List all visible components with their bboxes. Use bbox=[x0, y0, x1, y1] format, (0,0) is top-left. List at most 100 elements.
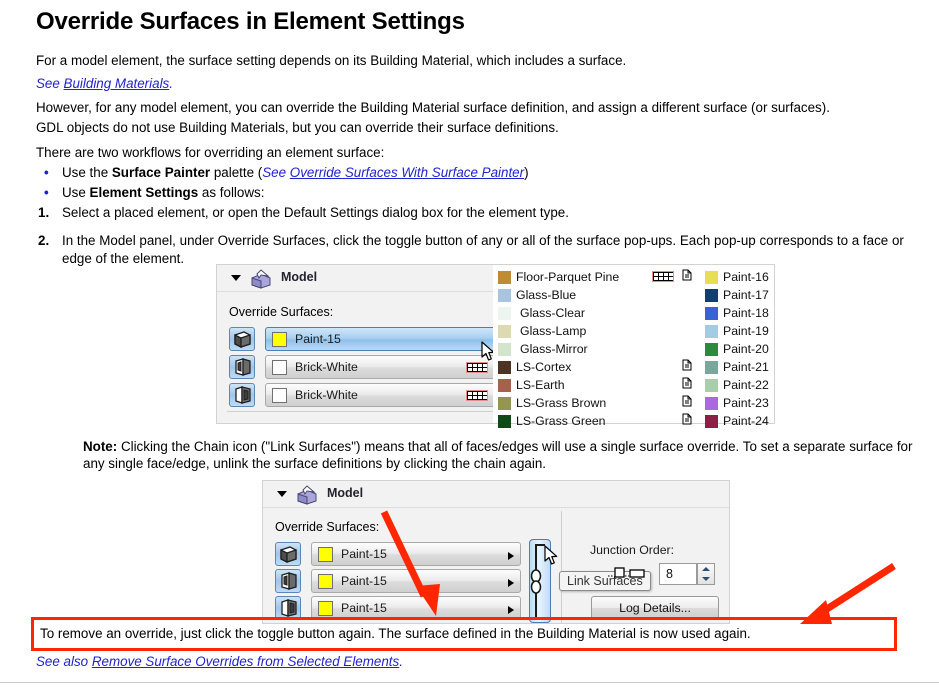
toggle-button-surface-side[interactable] bbox=[275, 569, 301, 593]
surface-name: Paint-18 bbox=[723, 306, 769, 320]
color-swatch bbox=[272, 360, 287, 375]
bullet-1-mid: as follows: bbox=[198, 185, 265, 200]
surface-name: Paint-23 bbox=[723, 396, 769, 410]
color-swatch bbox=[498, 307, 511, 320]
color-swatch bbox=[318, 601, 333, 616]
toggle-button-surface-face[interactable] bbox=[275, 542, 301, 566]
color-swatch bbox=[498, 289, 511, 302]
chevron-right-icon[interactable] bbox=[508, 606, 514, 614]
surface-name: Glass-Blue bbox=[516, 288, 577, 302]
texture-document-icon bbox=[682, 377, 692, 389]
bullet-marker: • bbox=[44, 165, 49, 180]
surface-name: LS-Earth bbox=[516, 378, 565, 392]
color-swatch bbox=[705, 307, 718, 320]
chevron-right-icon[interactable] bbox=[508, 552, 514, 560]
divider bbox=[0, 682, 939, 683]
paragraph-3: GDL objects do not use Building Material… bbox=[36, 120, 559, 135]
surface-edge-icon bbox=[281, 599, 297, 617]
texture-document-icon bbox=[682, 359, 692, 371]
page-title: Override Surfaces in Element Settings bbox=[36, 8, 465, 35]
note-text: Clicking the Chain icon ("Link Surfaces"… bbox=[83, 439, 913, 471]
see-also-line: See also Remove Surface Overrides from S… bbox=[36, 654, 403, 670]
texture-document-icon bbox=[682, 395, 692, 407]
surface-name: LS-Grass Green bbox=[516, 414, 606, 428]
stepper-up-icon[interactable] bbox=[702, 567, 710, 571]
divider bbox=[561, 511, 562, 623]
divider bbox=[227, 411, 527, 412]
color-swatch bbox=[498, 361, 511, 374]
junction-order-label: Junction Order: bbox=[590, 543, 675, 557]
step-1-text: Select a placed element, or open the Def… bbox=[62, 205, 569, 220]
color-swatch bbox=[498, 325, 511, 338]
chevron-down-icon[interactable] bbox=[277, 491, 287, 497]
toggle-button-surface-side[interactable] bbox=[229, 355, 255, 379]
color-swatch bbox=[705, 397, 718, 410]
step-1-number: 1. bbox=[38, 205, 50, 220]
link-building-materials[interactable]: Building Materials bbox=[64, 76, 170, 91]
step-2-text: In the Model panel, under Override Surfa… bbox=[62, 233, 904, 266]
color-swatch bbox=[705, 415, 718, 428]
note-block: Note: Clicking the Chain icon ("Link Sur… bbox=[83, 438, 923, 472]
see-building-materials: See Building Materials. bbox=[36, 76, 173, 92]
color-swatch bbox=[498, 415, 511, 428]
toggle-button-surface-edge[interactable] bbox=[229, 383, 255, 407]
color-swatch bbox=[318, 547, 333, 562]
surface-name: Brick-White bbox=[295, 360, 358, 374]
model-panel-header[interactable]: Model bbox=[263, 481, 729, 508]
numbered-steps: 1. Select a placed element, or open the … bbox=[36, 204, 931, 268]
surface-face-icon bbox=[234, 331, 251, 349]
surface-side-icon bbox=[281, 572, 297, 590]
chevron-down-icon[interactable] bbox=[231, 275, 241, 281]
color-swatch bbox=[498, 379, 511, 392]
junction-order-stepper[interactable] bbox=[697, 563, 715, 585]
surface-name: Glass-Lamp bbox=[520, 324, 587, 338]
surface-popup-list[interactable]: Floor-Parquet Pine Glass-Blue Glass-Clea… bbox=[493, 265, 774, 428]
callout-text: To remove an override, just click the to… bbox=[40, 626, 751, 641]
color-swatch bbox=[272, 388, 287, 403]
surface-name: Paint-16 bbox=[723, 270, 769, 284]
model-cube-icon bbox=[295, 485, 319, 505]
color-swatch bbox=[498, 343, 511, 356]
color-swatch bbox=[498, 397, 511, 410]
bullet-1-bold: Element Settings bbox=[89, 185, 199, 200]
stepper-down-icon[interactable] bbox=[702, 577, 710, 581]
junction-order-icon bbox=[608, 565, 652, 584]
list-item: 2. In the Model panel, under Override Su… bbox=[36, 232, 931, 268]
list-item: 1. Select a placed element, or open the … bbox=[36, 204, 931, 222]
surface-name: Paint-22 bbox=[723, 378, 769, 392]
bullet-1-pre: Use bbox=[62, 185, 90, 200]
see-prefix: See bbox=[36, 76, 64, 91]
surface-name: Glass-Clear bbox=[520, 306, 585, 320]
surface-name: Paint-21 bbox=[723, 360, 769, 374]
texture-document-icon bbox=[682, 269, 692, 281]
see-also-suffix: . bbox=[399, 654, 403, 669]
surface-name: LS-Grass Brown bbox=[516, 396, 607, 410]
bullet-marker: • bbox=[44, 185, 49, 200]
model-panel-title: Model bbox=[327, 486, 364, 500]
junction-order-value[interactable]: 8 bbox=[659, 563, 697, 585]
see-suffix: . bbox=[169, 76, 173, 91]
surface-name: Glass-Mirror bbox=[520, 342, 588, 356]
surface-name: Paint-24 bbox=[723, 414, 769, 428]
chevron-right-icon[interactable] bbox=[508, 579, 514, 587]
bullet-0-bold: Surface Painter bbox=[111, 165, 211, 180]
hatch-pattern-icon bbox=[466, 390, 488, 401]
model-cube-icon bbox=[249, 269, 273, 289]
surface-name: Paint-17 bbox=[723, 288, 769, 302]
surface-edge-icon bbox=[235, 386, 251, 404]
link-remove-surface-overrides[interactable]: Remove Surface Overrides from Selected E… bbox=[92, 654, 399, 669]
paragraph-2: However, for any model element, you can … bbox=[36, 100, 830, 115]
list-item: • Use the Surface Painter palette (See O… bbox=[36, 163, 529, 183]
surface-face-icon bbox=[280, 546, 297, 564]
surface-name: Floor-Parquet Pine bbox=[516, 270, 620, 284]
bullet-0-post: ) bbox=[524, 165, 529, 180]
link-override-surfaces-with-surface-painter[interactable]: Override Surfaces With Surface Painter bbox=[290, 165, 524, 180]
color-swatch bbox=[705, 271, 718, 284]
step-2-number: 2. bbox=[38, 233, 50, 248]
color-swatch bbox=[705, 343, 718, 356]
see-also-prefix: See also bbox=[36, 654, 92, 669]
bullet-0-see: See bbox=[262, 165, 290, 180]
screenshot-link-surfaces-panel: Model Override Surfaces: Paint-15 Paint-… bbox=[262, 480, 730, 624]
list-item: • Use Element Settings as follows: bbox=[36, 183, 529, 203]
toggle-button-surface-face[interactable] bbox=[229, 327, 255, 351]
